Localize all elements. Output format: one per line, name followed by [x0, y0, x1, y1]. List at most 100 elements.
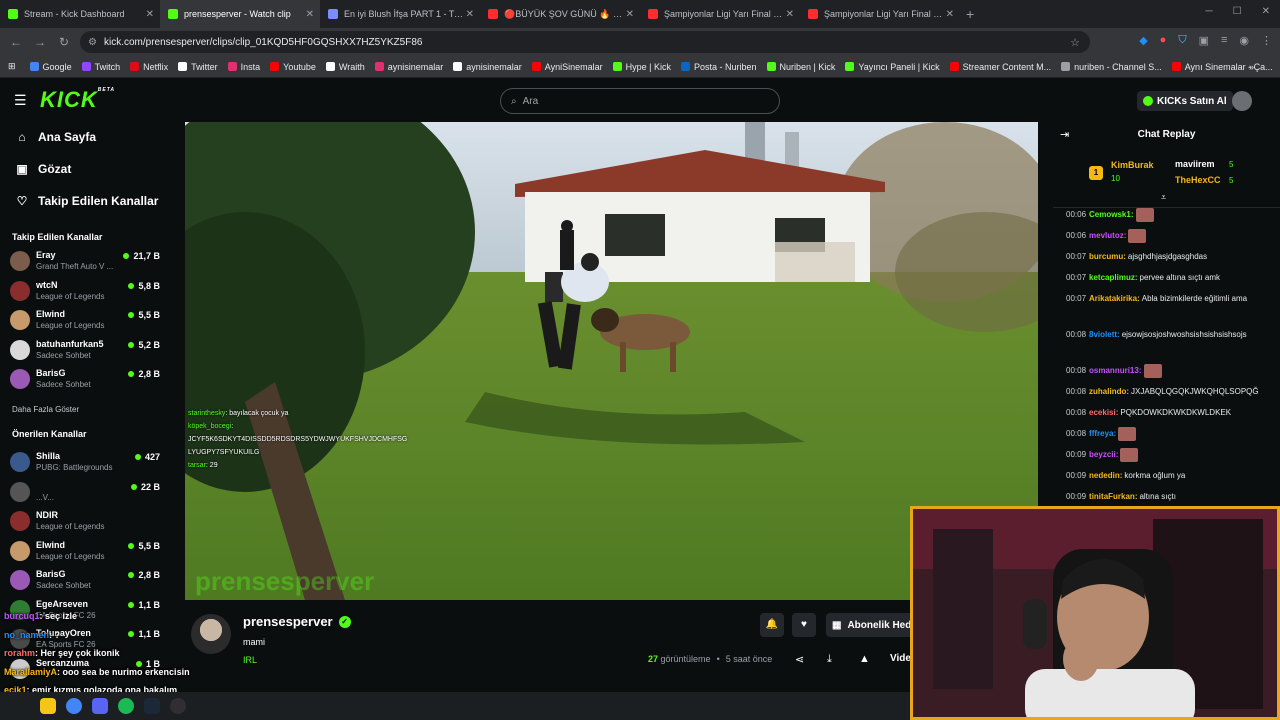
- shield-icon[interactable]: ⛉: [1178, 34, 1186, 47]
- leaderboard-points: 5: [1229, 160, 1234, 169]
- notification-bell-button[interactable]: 🔔: [760, 613, 784, 637]
- close-tab-icon[interactable]: ✕: [146, 9, 154, 20]
- forward-icon[interactable]: →: [28, 35, 52, 49]
- file-explorer-icon[interactable]: [40, 698, 56, 714]
- url-field[interactable]: ⚙ kick.com/prensesperver/clips/clip_01KQ…: [80, 31, 1090, 53]
- bookmark-item[interactable]: Wraith: [325, 62, 365, 72]
- user-avatar[interactable]: [1232, 91, 1252, 111]
- followed-channel-item[interactable]: BarisG Sadece Sohbet 2,8 B: [10, 366, 160, 394]
- message-username[interactable]: Cemowsk1:: [1089, 210, 1133, 219]
- media-icon[interactable]: ≡: [1221, 34, 1227, 47]
- bookmark-item[interactable]: Twitter: [178, 62, 218, 72]
- bookmark-item[interactable]: Youtube: [270, 62, 316, 72]
- puzzle-icon[interactable]: ▣: [1199, 34, 1209, 47]
- more-menu-icon[interactable]: ⋮: [1261, 34, 1272, 47]
- nav-following[interactable]: ♡ Takip Edilen Kanallar: [16, 194, 159, 208]
- more-bookmarks-icon[interactable]: »: [1249, 62, 1254, 72]
- bookmark-item[interactable]: Insta: [227, 62, 260, 72]
- message-username[interactable]: mevlutoz:: [1089, 231, 1126, 240]
- followed-channel-item[interactable]: Elwind League of Legends 5,5 B: [10, 307, 160, 335]
- browser-tab[interactable]: Şampiyonlar Ligi Yarı Final | Atl ✕: [800, 0, 960, 28]
- bookmark-item[interactable]: Netflix: [130, 62, 168, 72]
- bookmark-star-icon[interactable]: ☆: [1070, 36, 1080, 49]
- bookmark-item[interactable]: AyniSinemalar: [531, 62, 603, 72]
- expand-leaderboard-icon[interactable]: ⩡: [1161, 192, 1166, 203]
- leaderboard-user[interactable]: TheHexCC: [1175, 175, 1221, 185]
- followed-channel-item[interactable]: batuhanfurkan5 Sadece Sohbet 5,2 B: [10, 337, 160, 365]
- recommended-channel-item[interactable]: Shilla PUBG: Battlegrounds 427: [10, 449, 160, 477]
- recommended-channel-item[interactable]: ...V... 22 B: [10, 479, 160, 507]
- apps-icon[interactable]: ⊞: [8, 61, 16, 72]
- message-username[interactable]: nededin:: [1089, 471, 1122, 480]
- hamburger-menu-icon[interactable]: ☰: [14, 92, 27, 109]
- message-username[interactable]: burcumu:: [1089, 252, 1126, 261]
- bookmark-item[interactable]: Google: [29, 62, 72, 72]
- buy-kicks-button[interactable]: KICKs Satın Al: [1137, 91, 1233, 111]
- bookmark-item[interactable]: Twitch: [81, 62, 120, 72]
- chrome-icon[interactable]: [66, 698, 82, 714]
- recommended-channel-item[interactable]: NDIR League of Legends: [10, 508, 160, 536]
- minimize-icon[interactable]: ─: [1206, 6, 1213, 17]
- bookmark-item[interactable]: Aynı Sinemalar - Ça...: [1171, 62, 1273, 72]
- bookmark-item[interactable]: Streamer Content M...: [949, 62, 1051, 72]
- message-username[interactable]: ecekisi:: [1089, 408, 1118, 417]
- kick-logo[interactable]: KICKBETA: [40, 87, 115, 113]
- browser-tab[interactable]: Şampiyonlar Ligi Yarı Final | PSG ✕: [640, 0, 800, 28]
- download-icon[interactable]: ⤓: [827, 653, 832, 666]
- channel-avatar[interactable]: [191, 614, 231, 654]
- channel-name[interactable]: prensesperver ✓: [243, 614, 351, 629]
- share-icon[interactable]: ⋖: [795, 653, 804, 666]
- close-tab-icon[interactable]: ✕: [626, 9, 634, 20]
- bookmark-item[interactable]: nuriben - Channel S...: [1061, 62, 1162, 72]
- bookmark-item[interactable]: aynisinemalar: [453, 62, 522, 72]
- bookmark-item[interactable]: Yayıncı Paneli | Kick: [845, 62, 940, 72]
- followed-channel-item[interactable]: wtcN League of Legends 5,8 B: [10, 278, 160, 306]
- close-tab-icon[interactable]: ✕: [306, 9, 314, 20]
- new-tab-button[interactable]: +: [966, 6, 974, 22]
- message-username[interactable]: tinitaFurkan:: [1089, 492, 1137, 501]
- message-username[interactable]: osmannuri13:: [1089, 366, 1141, 375]
- browser-tab[interactable]: En iyi Blush İfşa PART 1 - Tier Li ✕: [320, 0, 480, 28]
- discord-icon[interactable]: [92, 698, 108, 714]
- spotify-icon[interactable]: [118, 698, 134, 714]
- browser-tab[interactable]: Stream - Kick Dashboard ✕: [0, 0, 160, 28]
- report-icon[interactable]: ▲: [859, 653, 870, 665]
- recommended-channel-item[interactable]: BarisG Sadece Sohbet 2,8 B: [10, 567, 160, 595]
- search-input[interactable]: ⌕ Ara: [500, 88, 780, 114]
- close-tab-icon[interactable]: ✕: [466, 9, 474, 20]
- steam-icon[interactable]: [144, 698, 160, 714]
- bookmark-item[interactable]: Nuriben | Kick: [766, 62, 835, 72]
- recommended-channel-item[interactable]: Elwind League of Legends 5,5 B: [10, 538, 160, 566]
- site-info-icon[interactable]: ⚙: [88, 37, 97, 48]
- back-icon[interactable]: ←: [4, 35, 28, 49]
- bookmark-item[interactable]: Posta - Nuriben: [681, 62, 757, 72]
- close-tab-icon[interactable]: ✕: [786, 9, 794, 20]
- close-tab-icon[interactable]: ✕: [946, 9, 954, 20]
- nav-home[interactable]: ⌂ Ana Sayfa: [16, 130, 96, 144]
- obs-icon[interactable]: [170, 698, 186, 714]
- browser-tab[interactable]: 🔴BÜYÜK ŞOV GÜNÜ 🔥 I GR ✕: [480, 0, 640, 28]
- leaderboard-user[interactable]: maviirem: [1175, 159, 1215, 169]
- extension-icon[interactable]: ●: [1160, 34, 1167, 47]
- extension-icon[interactable]: ◆: [1139, 34, 1147, 47]
- close-window-icon[interactable]: ✕: [1262, 6, 1270, 17]
- message-username[interactable]: ketcaplimuz:: [1089, 273, 1137, 282]
- bookmark-item[interactable]: aynisinemalar: [374, 62, 443, 72]
- browser-tab-active[interactable]: prensesperver - Watch clip ✕: [160, 0, 320, 28]
- profile-icon[interactable]: ◉: [1239, 34, 1249, 47]
- reload-icon[interactable]: ↻: [52, 35, 76, 49]
- message-username[interactable]: 8violett:: [1089, 330, 1120, 339]
- message-username[interactable]: fffreya:: [1089, 429, 1116, 438]
- leaderboard-user[interactable]: KimBurak: [1111, 160, 1154, 170]
- bookmark-item[interactable]: Hype | Kick: [612, 62, 671, 72]
- message-username[interactable]: beyzcii:: [1089, 450, 1118, 459]
- message-username[interactable]: Arikatakirika:: [1089, 294, 1140, 303]
- category-tag[interactable]: IRL: [243, 655, 257, 665]
- followed-channel-item[interactable]: Eray Grand Theft Auto V ... 21,7 B: [10, 248, 160, 276]
- follow-heart-button[interactable]: ♥: [792, 613, 816, 637]
- message-username[interactable]: zuhalindo:: [1089, 387, 1129, 396]
- show-more-link[interactable]: Daha Fazla Göster: [12, 405, 79, 414]
- gift-subscription-button[interactable]: ▦Abonelik Hediye Et: [826, 613, 916, 637]
- maximize-icon[interactable]: ☐: [1233, 6, 1242, 17]
- nav-browse[interactable]: ▣ Gözat: [16, 162, 71, 176]
